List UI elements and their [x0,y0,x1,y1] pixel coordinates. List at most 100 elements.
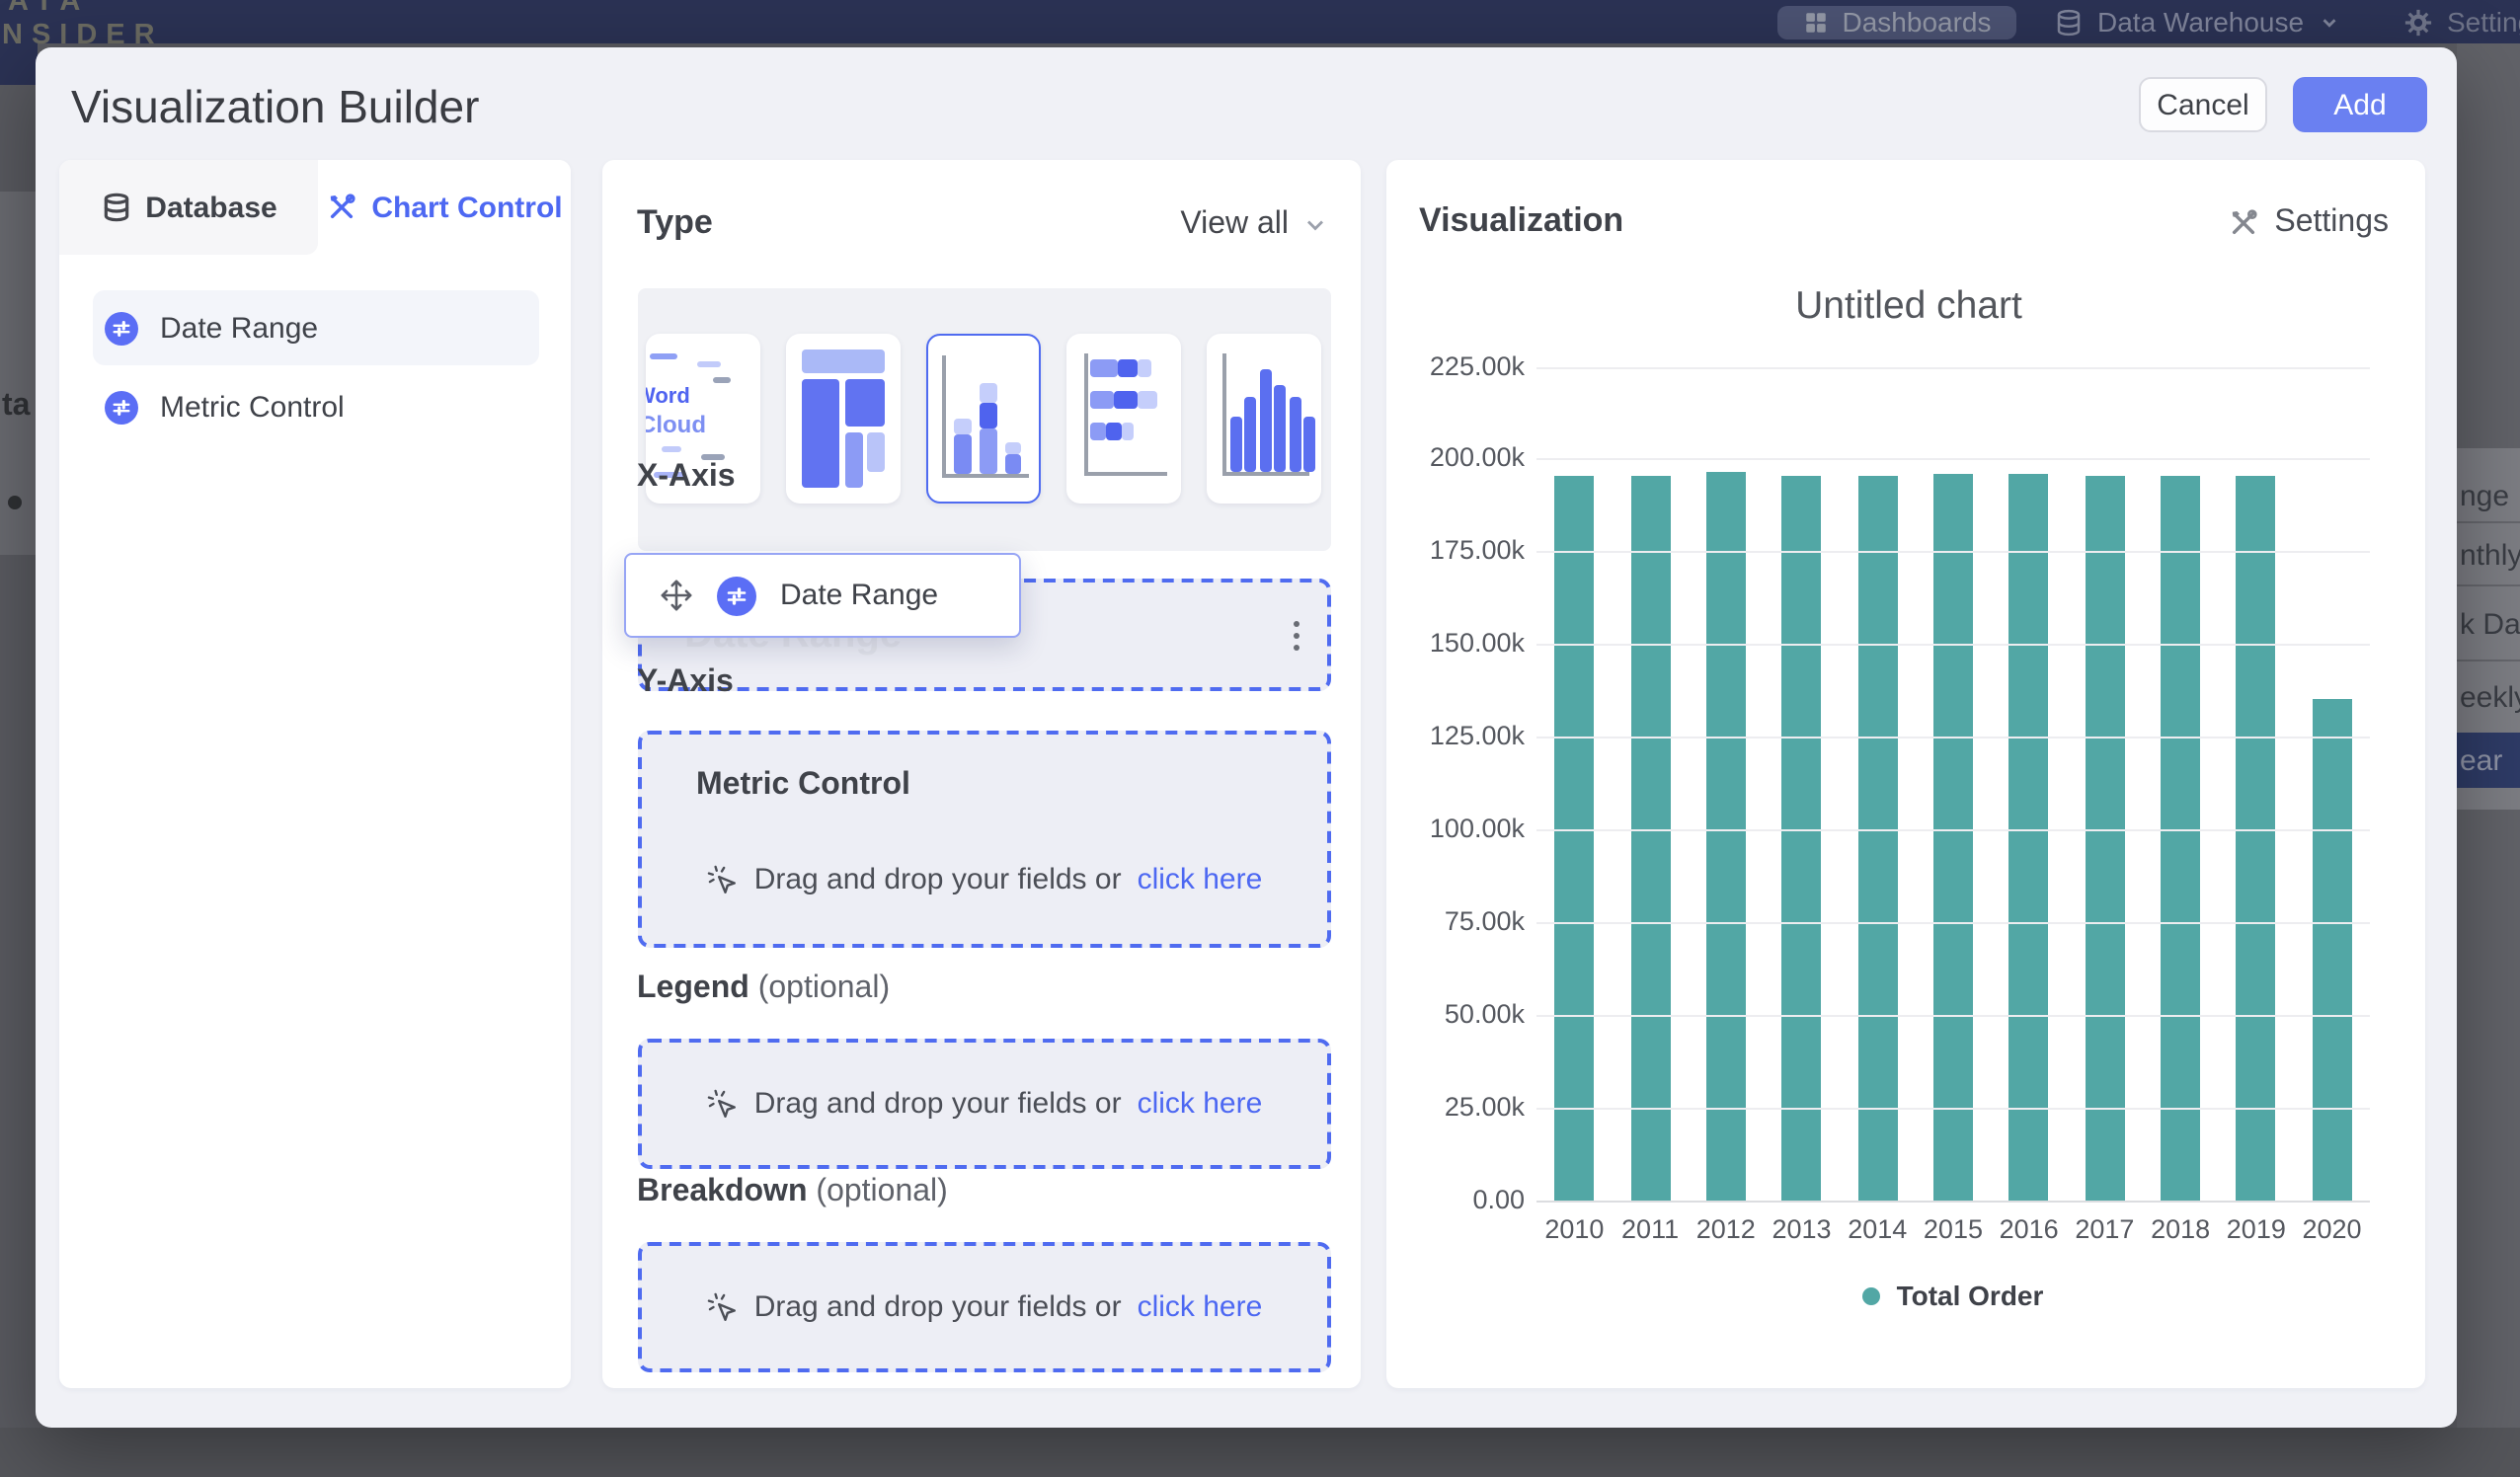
type-section-label: Type [637,203,713,243]
bar [2085,475,2124,1201]
x-axis-tick-label: 2016 [1991,1214,2067,1244]
x-axis-tick-label: 2010 [1536,1214,1613,1244]
click-hand-icon [705,1290,739,1324]
y-axis-dropzone[interactable]: Metric Control Drag and drop your fields… [637,731,1330,948]
visualization-builder-modal: Visualization Builder Cancel Add Databas… [36,47,2457,1428]
database-icon [100,192,131,223]
gridline [1536,366,2370,368]
legend-section-label: Legend (optional) [637,972,890,1007]
visualization-panel: Visualization Settings Untitled chart 22… [1385,160,2424,1388]
tab-database[interactable]: Database [59,160,318,255]
field-item-label: Date Range [160,311,318,345]
gridline [1536,922,2370,924]
background-left-strip-bottom [0,555,37,1428]
word-cloud-word: Word [645,385,690,409]
chart-type-carousel: Word Cloud [637,288,1330,551]
bar [1630,476,1670,1201]
bar [1857,476,1897,1201]
divider [2456,584,2520,586]
add-button[interactable]: Add [2293,77,2427,132]
chevron-down-icon [2318,12,2339,34]
x-axis-tick-label: 2018 [2143,1214,2219,1244]
bullet-dot [8,496,22,509]
tab-chart-control-label: Chart Control [371,191,562,224]
nav-dashboards-button[interactable]: Dashboards [1777,5,2016,39]
chart-type-column[interactable] [1206,334,1320,504]
dropdown-item-fragment: nthly [2460,539,2520,573]
click-hand-icon [705,1087,739,1121]
gridline [1536,738,2370,739]
drop-hint-text: Drag and drop your fields or [754,1290,1122,1324]
y-axis-tick-label: 200.00k [1430,443,1525,473]
metric-control-title: Metric Control [696,768,910,804]
gridline [1536,1015,2370,1017]
chart-x-axis-labels: 2010201120122013201420152016201720182019… [1536,1214,2370,1244]
chart-settings-button[interactable]: Settings [2227,205,2389,241]
field-item-date-range[interactable]: Date Range [93,290,539,365]
x-axis-tick-label: 2019 [2218,1214,2294,1244]
chart-builder-panel: Type View all Word Cloud [601,160,1360,1388]
chart-type-treemap[interactable] [785,334,900,504]
x-axis-tick-label: 2020 [2294,1214,2370,1244]
bar [1933,475,1973,1201]
bar [2313,698,2352,1201]
field-item-label: Metric Control [160,390,345,424]
x-axis-dropzone[interactable]: Date Range Date [637,579,1330,691]
click-hand-icon [705,863,739,896]
y-axis-tick-label: 50.00k [1445,999,1525,1029]
gridline [1536,1108,2370,1110]
nav-data-warehouse-button[interactable]: Data Warehouse [2054,5,2339,39]
y-axis-tick-label: 125.00k [1430,722,1525,751]
fields-panel: Database Chart Control [59,160,571,1388]
chart-type-stacked-column-selected[interactable] [925,334,1040,504]
kebab-menu-icon[interactable] [1285,612,1306,658]
view-all-dropdown[interactable]: View all [1180,207,1328,243]
cancel-button[interactable]: Cancel [2139,77,2267,132]
click-here-link[interactable]: click here [1138,863,1263,896]
bar [1782,476,1822,1201]
x-axis-tick-label: 2012 [1688,1214,1764,1244]
bar [1554,476,1594,1201]
tools-icon [2227,207,2258,239]
visualization-panel-title: Visualization [1419,201,1623,241]
x-axis-tick-label: 2017 [2067,1214,2143,1244]
drop-hint-text: Drag and drop your fields or [754,863,1122,896]
nav-dashboards-label: Dashboards [1843,7,1992,39]
chart-type-stacked-bar[interactable] [1065,334,1180,504]
screen: ATA NSIDER Dashboards Data Warehouse [0,0,2520,1477]
y-axis-tick-label: 75.00k [1445,906,1525,936]
breakdown-dropzone[interactable]: Drag and drop your fields or click here [637,1242,1330,1372]
x-axis-tick-label: 2015 [1916,1214,1992,1244]
dropdown-item-fragment: nge [2460,480,2509,513]
background-subheading-fragment: ta [2,389,30,425]
chart-settings-label: Settings [2274,205,2389,241]
y-axis-tick-label: 100.00k [1430,814,1525,843]
breakdown-section-label: Breakdown (optional) [637,1175,948,1210]
divider [2456,659,2520,661]
nav-settings-button[interactable]: Settings [2403,5,2520,39]
tab-database-label: Database [145,191,276,224]
click-here-link[interactable]: click here [1138,1290,1263,1324]
bar [1706,473,1746,1201]
dropdown-item-selected: ear [2456,733,2520,788]
x-axis-tick-label: 2011 [1613,1214,1689,1244]
legend-marker-dot [1863,1286,1881,1304]
legend-dropzone[interactable]: Drag and drop your fields or click here [637,1039,1330,1169]
move-icon [660,579,693,612]
gridline [1536,552,2370,554]
gridline [1536,1201,2370,1203]
x-axis-section-label: X-Axis [637,460,736,496]
chevron-down-icon [1300,211,1328,239]
field-item-metric-control[interactable]: Metric Control [93,369,539,444]
bar [2237,475,2276,1201]
tab-chart-control[interactable]: Chart Control [318,160,571,255]
y-axis-section-label: Y-Axis [637,665,734,701]
divider [2456,520,2520,522]
gridline [1536,645,2370,647]
dropdown-item-fragment: k Date [2460,608,2520,642]
database-icon [2054,8,2084,38]
dragged-field-date-range[interactable]: Date Range [624,553,1021,638]
gridline [1536,459,2370,461]
click-here-link[interactable]: click here [1138,1087,1263,1121]
dropdown-item-fragment: eekly [2460,681,2520,715]
